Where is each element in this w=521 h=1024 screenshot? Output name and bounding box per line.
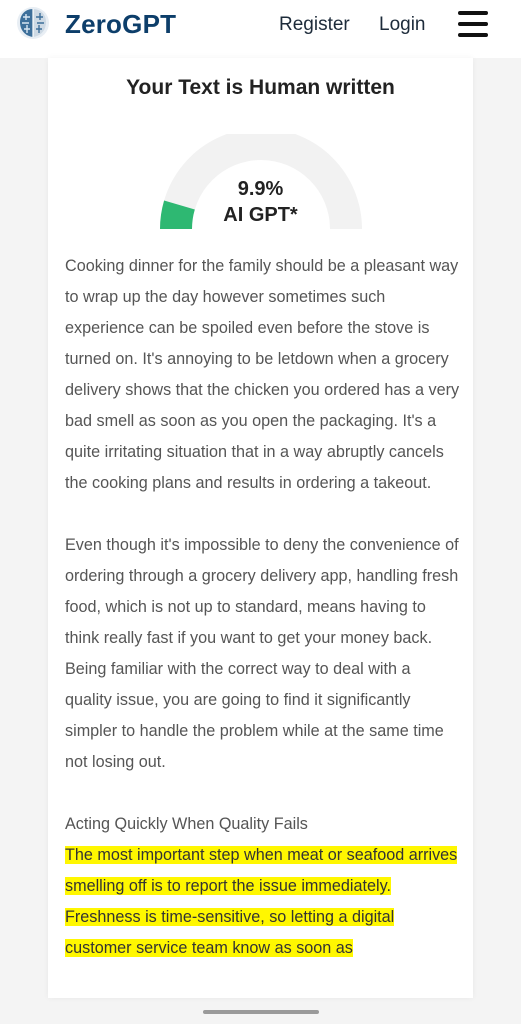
highlight-sentence-2: Freshness is time-sensitive, so letting …	[65, 908, 395, 957]
paragraph-1: Cooking dinner for the family should be …	[65, 257, 460, 492]
login-link[interactable]: Login	[379, 14, 426, 36]
page: ZeroGPT Register Login Your Text is Huma…	[0, 0, 521, 1024]
brain-icon[interactable]	[15, 5, 51, 41]
top-header: ZeroGPT Register Login	[0, 0, 521, 58]
result-card: Your Text is Human written 9.9% AI GPT* …	[48, 58, 473, 998]
result-title: Your Text is Human written	[126, 76, 395, 99]
hamburger-menu-icon[interactable]	[458, 11, 488, 37]
ai-gpt-label: AI GPT*	[223, 204, 298, 226]
brand-name[interactable]: ZeroGPT	[65, 9, 176, 40]
analyzed-text: Cooking dinner for the family should be …	[65, 251, 460, 964]
register-link[interactable]: Register	[279, 14, 350, 36]
home-indicator-bar[interactable]	[203, 1010, 319, 1014]
paragraph-2: Even though it's impossible to deny the …	[65, 536, 459, 771]
highlight-sentence-1: The most important step when meat or sea…	[65, 846, 458, 895]
ai-percent-value: 9.9%	[237, 178, 284, 200]
highlighted-paragraph: The most important step when meat or sea…	[65, 840, 460, 964]
section-heading: Acting Quickly When Quality Fails	[65, 815, 308, 833]
